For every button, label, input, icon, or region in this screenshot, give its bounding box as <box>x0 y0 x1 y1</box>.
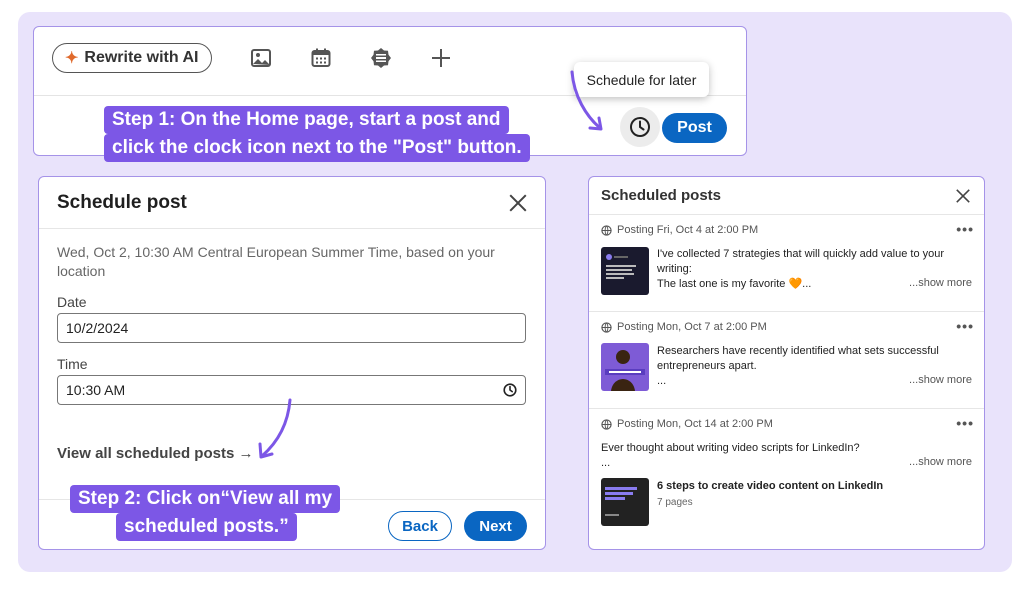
globe-icon <box>601 321 612 333</box>
post-text-line: entrepreneurs apart. <box>657 360 757 372</box>
view-all-scheduled-posts-link[interactable]: View all scheduled posts → <box>57 445 253 462</box>
rewrite-with-ai-button[interactable]: ✦ Rewrite with AI <box>52 43 212 73</box>
show-more-link[interactable]: ...show more <box>909 277 972 289</box>
arrow-annotation-1 <box>570 70 603 131</box>
timezone-description: Wed, Oct 2, 10:30 AM Central European Su… <box>57 244 495 279</box>
document-title[interactable]: 6 steps to create video content on Linke… <box>657 480 883 492</box>
image-icon[interactable] <box>250 47 272 69</box>
date-label: Date <box>57 294 87 310</box>
posting-meta: Posting Mon, Oct 7 at 2:00 PM <box>601 321 767 333</box>
schedule-clock-button[interactable] <box>620 107 660 147</box>
clock-icon <box>503 383 517 397</box>
show-more-link[interactable]: ...show more <box>909 456 972 468</box>
globe-icon <box>601 224 612 236</box>
plus-icon[interactable] <box>430 47 452 69</box>
post-text-line: writing: <box>657 263 692 275</box>
modal-title: Schedule post <box>57 191 187 213</box>
post-button[interactable]: Post <box>662 113 727 143</box>
arrow-annotation-2 <box>258 398 292 459</box>
time-value: 10:30 AM <box>66 382 126 398</box>
posting-meta: Posting Mon, Oct 14 at 2:00 PM <box>601 418 773 430</box>
post-thumbnail <box>601 343 649 391</box>
more-options-icon[interactable]: ••• <box>956 221 974 237</box>
close-icon[interactable] <box>956 188 970 202</box>
more-options-icon[interactable]: ••• <box>956 318 974 334</box>
post-text-line: ... <box>657 375 667 387</box>
back-button[interactable]: Back <box>388 511 452 541</box>
posting-time: Posting Mon, Oct 14 at 2:00 PM <box>617 418 773 430</box>
panel-title: Scheduled posts <box>601 187 722 204</box>
step1-callout-line1: Step 1: On the Home page, start a post a… <box>104 106 509 134</box>
close-icon[interactable] <box>509 194 527 212</box>
scheduled-post-item[interactable]: Posting Fri, Oct 4 at 2:00 PM ••• I've c… <box>589 215 984 312</box>
step2-callout-line1: Step 2: Click on“View all my <box>70 485 341 513</box>
scheduled-post-item[interactable]: Posting Mon, Oct 14 at 2:00 PM ••• Ever … <box>589 409 984 549</box>
calendar-icon[interactable] <box>310 47 332 69</box>
globe-icon <box>601 418 612 430</box>
post-thumbnail <box>601 247 649 295</box>
posting-time: Posting Mon, Oct 7 at 2:00 PM <box>617 321 767 333</box>
date-value: 10/2/2024 <box>66 320 129 336</box>
step1-callout-line2: click the clock icon next to the "Post" … <box>104 134 530 162</box>
time-label: Time <box>57 356 88 372</box>
scheduled-posts-panel: Scheduled posts Posting Fri, Oct 4 at 2:… <box>588 176 985 550</box>
panel-header: Scheduled posts <box>589 177 984 215</box>
posting-meta: Posting Fri, Oct 4 at 2:00 PM <box>601 224 758 236</box>
post-text-line: Ever thought about writing video scripts… <box>601 442 860 454</box>
date-field[interactable]: 10/2/2024 <box>57 313 526 343</box>
badge-icon[interactable] <box>370 47 392 69</box>
next-button[interactable]: Next <box>464 511 527 541</box>
show-more-link[interactable]: ...show more <box>909 374 972 386</box>
post-text-line: I've collected 7 strategies that will qu… <box>657 248 945 260</box>
post-text-line: Researchers have recently identified wha… <box>657 345 939 357</box>
post-text-line: The last one is my favorite 🧡... <box>657 278 812 290</box>
document-pages: 7 pages <box>657 497 693 508</box>
post-text-line: ... <box>601 457 611 469</box>
document-thumbnail <box>601 478 649 526</box>
posting-time: Posting Fri, Oct 4 at 2:00 PM <box>617 224 759 236</box>
step2-callout-line2: scheduled posts.” <box>116 513 297 541</box>
modal-header: Schedule post <box>39 177 545 229</box>
sparkle-icon: ✦ <box>65 50 79 67</box>
scheduled-post-item[interactable]: Posting Mon, Oct 7 at 2:00 PM ••• Resear… <box>589 312 984 409</box>
rewrite-with-ai-label: Rewrite with AI <box>84 49 199 66</box>
clock-icon <box>630 117 650 137</box>
more-options-icon[interactable]: ••• <box>956 415 974 431</box>
